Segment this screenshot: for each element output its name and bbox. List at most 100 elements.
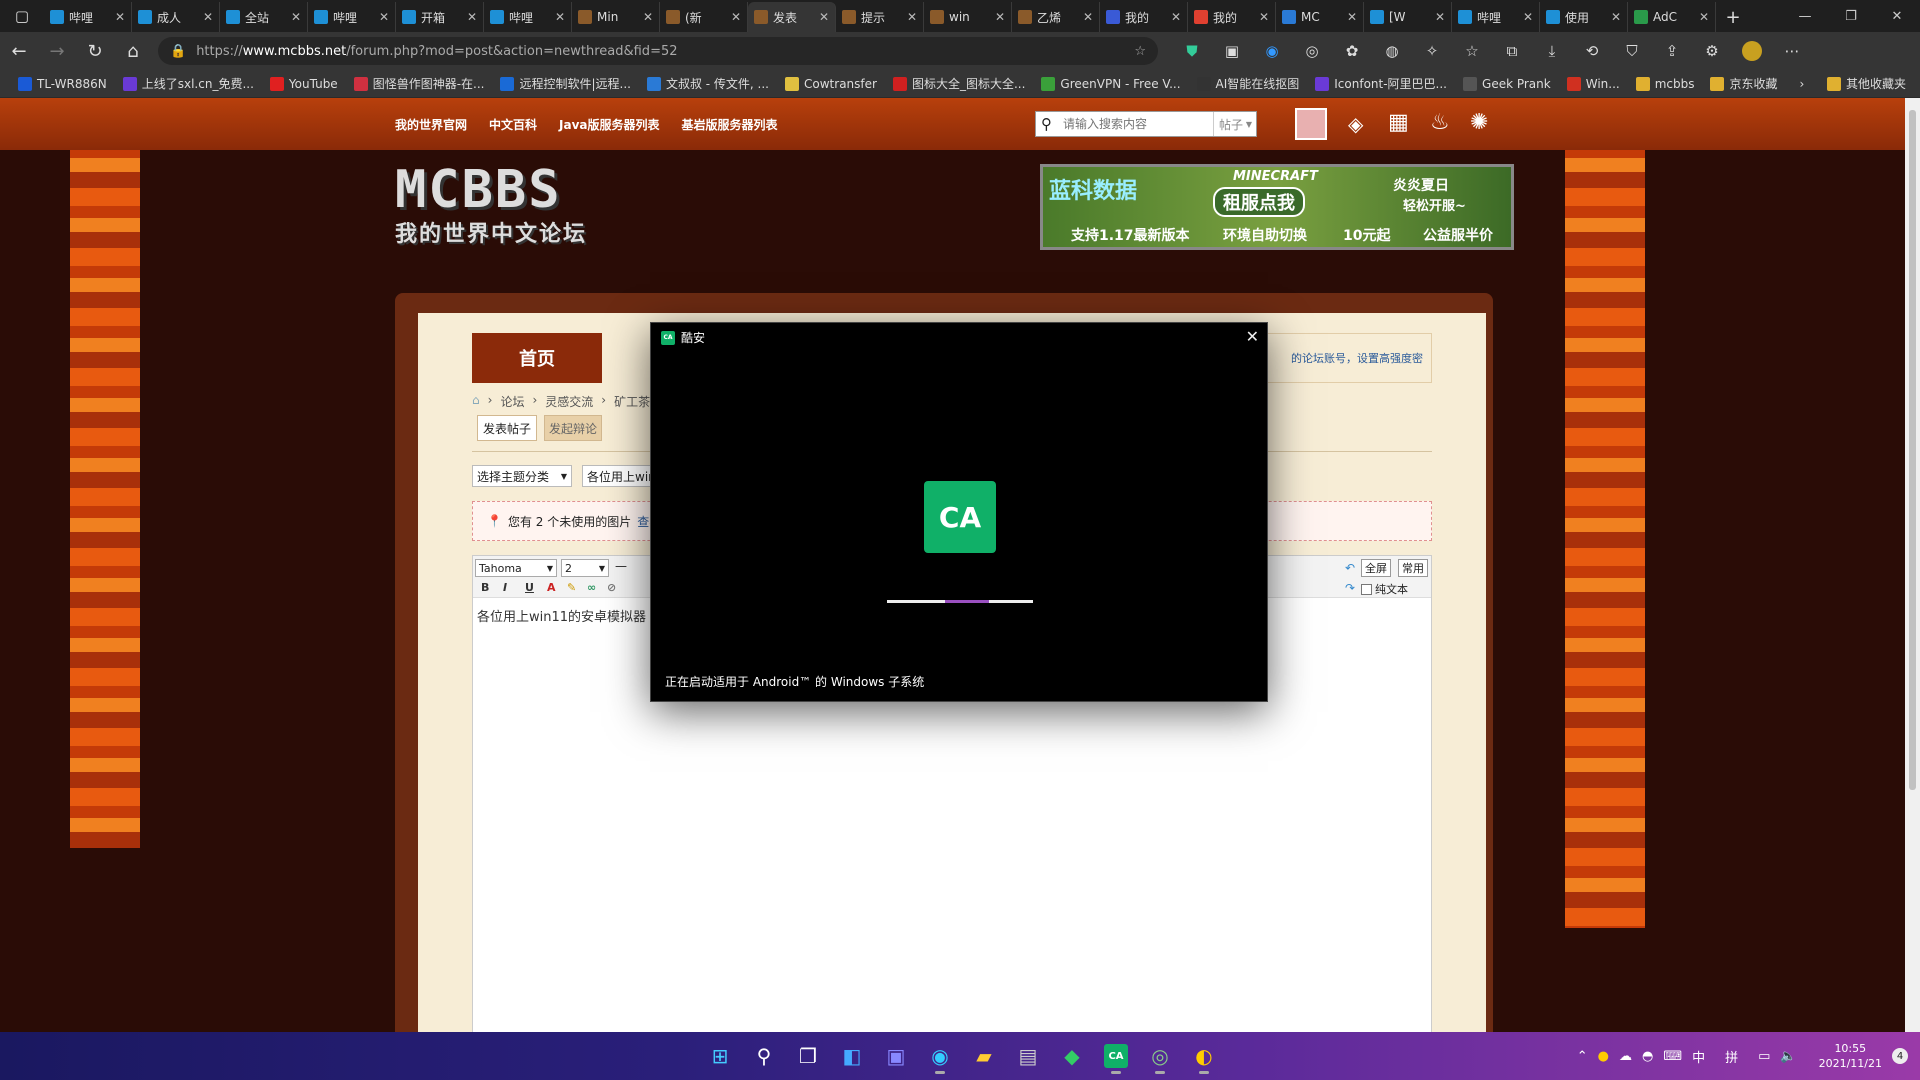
extension-icon[interactable]: ◍ [1372,35,1412,67]
new-tab-button[interactable]: + [1716,2,1750,32]
redo-icon[interactable]: ↷ [1345,581,1355,595]
browser-tab[interactable]: 哔哩 ✕ [484,2,572,32]
site-nav-link[interactable]: Java版服务器列表 [559,116,659,133]
puzzle-icon[interactable]: ✧ [1412,35,1452,67]
browser-tab[interactable]: win ✕ [924,2,1012,32]
bookmarks-overflow-icon[interactable]: › [1792,77,1813,91]
search-icon[interactable]: ⚲ [1036,115,1057,133]
bold-button[interactable]: B [481,581,489,594]
browser-tab[interactable]: 成人 ✕ [132,2,220,32]
browser-tab[interactable]: 我的 ✕ [1100,2,1188,32]
crafting-table-icon[interactable]: ▦ [1388,110,1409,135]
bookmark-item[interactable]: Cowtransfer [777,76,885,91]
thread-type-select[interactable]: 选择主题分类 ▼ [472,465,572,487]
close-tab-icon[interactable]: ✕ [1259,10,1269,24]
edge-icon[interactable]: ◉ [920,1036,960,1076]
undo-icon[interactable]: ↶ [1345,561,1355,575]
close-tab-icon[interactable]: ✕ [907,10,917,24]
close-tab-icon[interactable]: ✕ [555,10,565,24]
close-window-button[interactable]: ✕ [1874,0,1920,32]
share-icon[interactable]: ⇪ [1652,35,1692,67]
restore-button[interactable]: ❐ [1828,0,1874,32]
bookmark-item[interactable]: 图标大全_图标大全... [885,75,1033,92]
cake-icon[interactable]: ◈ [1348,112,1363,136]
ad-banner[interactable]: 蓝科数据 MINECRAFT 租服点我 炎炎夏日 轻松开服~ 支持1.17最新版… [1040,164,1514,250]
browser-tab[interactable]: 我的 ✕ [1188,2,1276,32]
keyboard-icon[interactable]: ⌨ [1663,1049,1682,1064]
browser-tab[interactable]: Min ✕ [572,2,660,32]
network-icon[interactable]: ▭ [1758,1049,1770,1064]
android-subsystem-icon[interactable]: ◆ [1052,1036,1092,1076]
address-bar[interactable]: 🔒 https://www.mcbbs.net/forum.php?mod=po… [158,37,1158,65]
refresh-button[interactable]: ↻ [76,35,114,67]
plain-text-checkbox[interactable] [1361,583,1372,595]
extension-icon[interactable]: ▣ [1212,35,1252,67]
mcbbs-logo[interactable]: MCBBS 我的世界中文论坛 [395,164,655,250]
security-notice[interactable]: 的论坛账号，设置高强度密 [1262,333,1432,383]
bookmark-item[interactable]: Geek Prank [1455,76,1559,91]
tab-actions-icon[interactable]: ▢ [0,0,44,32]
tray-app-icon[interactable]: ● [1598,1049,1609,1064]
forward-button[interactable]: → [38,35,76,67]
close-tab-icon[interactable]: ✕ [1523,10,1533,24]
close-tab-icon[interactable]: ✕ [1611,10,1621,24]
close-tab-icon[interactable]: ✕ [379,10,389,24]
teams-chat-icon[interactable]: ▣ [876,1036,916,1076]
browser-tab[interactable]: AdC ✕ [1628,2,1716,32]
breadcrumb-item[interactable]: 矿工茶 [614,393,650,410]
adguard-extension-icon[interactable]: ⛊ [1172,35,1212,67]
close-tab-icon[interactable]: ✕ [115,10,125,24]
close-tab-icon[interactable]: ✕ [731,10,741,24]
font-family-select[interactable]: Tahoma ▼ [475,559,557,577]
search-scope-select[interactable]: 帖子 ▼ [1212,112,1256,136]
font-size-select[interactable]: 2 ▼ [561,559,609,577]
fullscreen-button[interactable]: 全屏 [1361,559,1391,577]
minimize-button[interactable]: — [1782,0,1828,32]
browser-tab[interactable]: 哔哩 ✕ [308,2,396,32]
close-tab-icon[interactable]: ✕ [995,10,1005,24]
app-icon[interactable]: ◐ [1184,1036,1224,1076]
shield-icon[interactable]: ⛉ [1612,35,1652,67]
close-tab-icon[interactable]: ✕ [643,10,653,24]
back-button[interactable]: ← [0,35,38,67]
store-icon[interactable]: ▤ [1008,1036,1048,1076]
close-tab-icon[interactable]: ✕ [1699,10,1709,24]
bookmark-item[interactable]: YouTube [262,76,346,91]
browser-tab[interactable]: 哔哩 ✕ [44,2,132,32]
close-tab-icon[interactable]: ✕ [203,10,213,24]
highlight-icon[interactable]: ✎ [567,581,576,594]
task-view-icon[interactable]: ❐ [788,1036,828,1076]
bookmark-item[interactable]: 图怪兽作图神器-在... [346,75,493,92]
browser-tab[interactable]: 使用 ✕ [1540,2,1628,32]
qq-icon[interactable]: ◓ [1642,1049,1653,1064]
avatar[interactable] [1732,35,1772,67]
more-menu-icon[interactable]: ⋯ [1772,35,1812,67]
potion-icon[interactable]: ♨ [1430,110,1450,135]
site-nav-link[interactable]: 我的世界官网 [395,116,467,133]
unlink-icon[interactable]: ⊘ [607,581,616,594]
close-tab-icon[interactable]: ✕ [819,10,829,24]
page-scrollbar[interactable] [1905,98,1920,1032]
breadcrumb-item[interactable]: 论坛 [500,393,524,410]
bookmark-item[interactable]: TL-WR886N [10,76,115,91]
close-tab-icon[interactable]: ✕ [1083,10,1093,24]
coolapk-taskbar-icon[interactable]: CA [1096,1036,1136,1076]
extension-icon[interactable]: ✿ [1332,35,1372,67]
ime-language[interactable]: 中 [1692,1047,1705,1066]
close-tab-icon[interactable]: ✕ [1435,10,1445,24]
bookmark-item[interactable]: mcbbs [1628,76,1703,91]
underline-button[interactable]: U [525,581,534,594]
extension-icon[interactable]: ◎ [1292,35,1332,67]
history-icon[interactable]: ⟲ [1572,35,1612,67]
bookmark-item[interactable]: 远程控制软件|远程... [492,75,639,92]
close-tab-icon[interactable]: ✕ [1171,10,1181,24]
common-button[interactable]: 常用 [1398,559,1428,577]
breadcrumb-item[interactable]: 灵感交流 [545,393,593,410]
bookmark-item[interactable]: AI智能在线抠图 [1189,75,1308,92]
clock[interactable]: 10:55 2021/11/21 [1819,1041,1882,1071]
browser-tab[interactable]: 发表 ✕ [748,2,836,32]
home-button[interactable]: ⌂ [114,35,152,67]
notification-badge[interactable]: 4 [1892,1048,1908,1064]
download-icon[interactable]: ⤓ [1532,35,1572,67]
close-tab-icon[interactable]: ✕ [1347,10,1357,24]
